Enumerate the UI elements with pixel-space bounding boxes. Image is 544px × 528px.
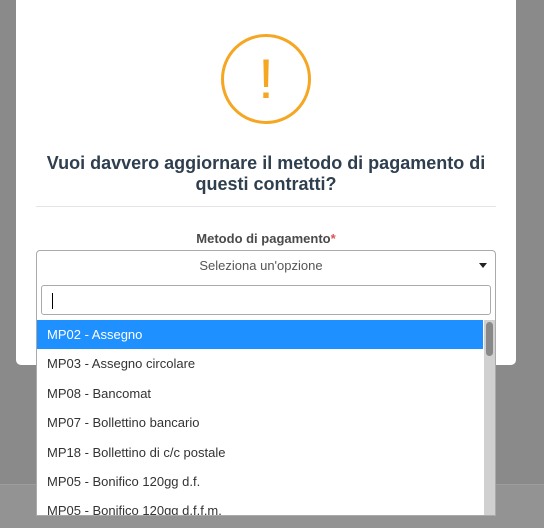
scrollbar-thumb[interactable] (486, 322, 493, 356)
required-mark: * (330, 231, 336, 246)
option-mp03-assegno-circolare[interactable]: MP03 - Assegno circolare (37, 349, 483, 378)
option-mp08-bancomat[interactable]: MP08 - Bancomat (37, 379, 483, 408)
option-mp02-assegno[interactable]: MP02 - Assegno (37, 320, 483, 350)
option-mp05-bonifico-120gg-dffm[interactable]: MP05 - Bonifico 120gg d.f.f.m. (37, 496, 483, 515)
select-placeholder: Seleziona un'opzione (199, 258, 323, 273)
dialog-title: Vuoi davvero aggiornare il metodo di pag… (46, 153, 486, 194)
options-list: MP02 - Assegno MP03 - Assegno circolare … (37, 320, 483, 515)
payment-method-label: Metodo di pagamento* (36, 231, 496, 246)
title-divider (36, 206, 496, 207)
payment-method-dropdown: MP02 - Assegno MP03 - Assegno circolare … (36, 280, 496, 516)
option-mp18-bollettino-postale[interactable]: MP18 - Bollettino di c/c postale (37, 438, 483, 467)
option-mp07-bollettino-bancario[interactable]: MP07 - Bollettino bancario (37, 408, 483, 437)
option-mp05-bonifico-120gg-df[interactable]: MP05 - Bonifico 120gg d.f. (37, 467, 483, 496)
dropdown-search-field[interactable] (41, 285, 491, 315)
chevron-down-icon[interactable] (479, 263, 487, 268)
payment-method-label-text: Metodo di pagamento (196, 231, 331, 246)
exclamation-icon: ! (221, 34, 311, 124)
text-caret (52, 293, 53, 309)
options-scrollbar[interactable] (484, 320, 495, 515)
payment-method-select[interactable]: Seleziona un'opzione (36, 250, 496, 281)
dropdown-search-input[interactable] (42, 286, 490, 314)
